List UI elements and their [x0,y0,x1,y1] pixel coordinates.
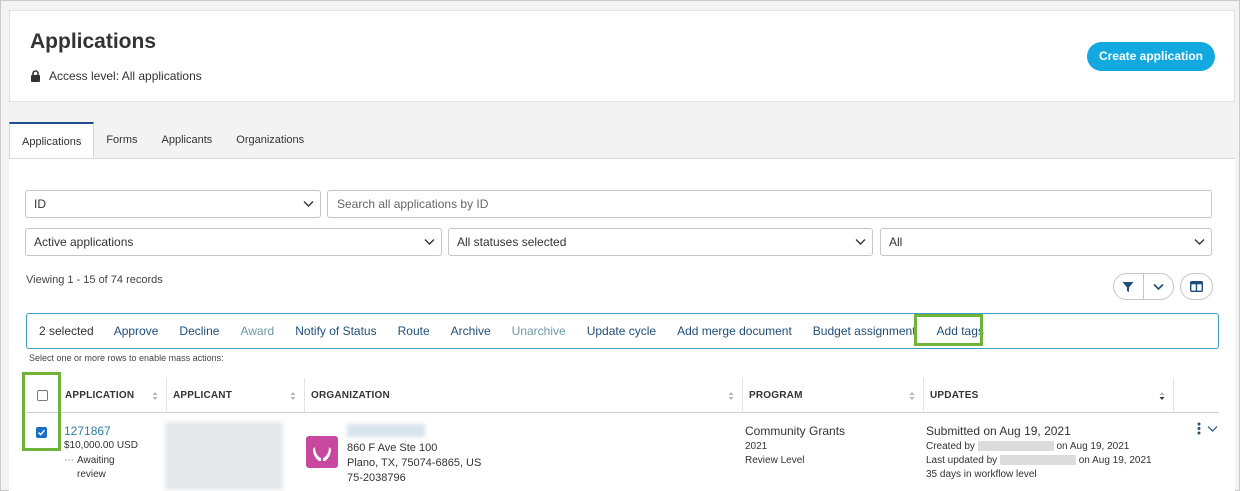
access-level-label: Access level: All applications [49,69,202,83]
sort-icon [909,392,915,400]
mass-actions-bar: 2 selected Approve Decline Award Notify … [26,313,1219,349]
selected-count: 2 selected [39,324,94,338]
mass-actions-hint: Select one or more rows to enable mass a… [29,353,224,363]
status-filter-select[interactable]: All statuses selected [448,228,873,256]
column-updates[interactable]: UPDATES [924,378,1174,413]
applications-filter-select[interactable]: Active applications [25,228,442,256]
third-filter-value: All [889,235,903,249]
chevron-down-icon [855,239,866,245]
status-filter-value: All statuses selected [457,235,567,249]
checkbox-column-highlight [22,372,61,451]
update-cycle-action[interactable]: Update cycle [587,324,656,338]
filter-toggle-group [1113,273,1174,300]
decline-action[interactable]: Decline [179,324,219,338]
column-applicant[interactable]: APPLICANT [167,378,305,413]
organization-address-line1: 860 F Ave Ste 100 [347,442,438,454]
table-header: APPLICATION APPLICANT ORGANIZATION PROGR… [26,378,1219,413]
search-field-select[interactable]: ID [25,190,321,218]
page-header: Applications Access level: All applicati… [9,10,1235,102]
application-id-link[interactable]: 1271867 [64,424,111,438]
updated-date: on Aug 19, 2021 [1078,455,1152,466]
create-application-button[interactable]: Create application [1086,42,1215,71]
status-text-line1: Awaiting [77,455,115,466]
column-label: UPDATES [930,390,979,401]
columns-button[interactable] [1180,273,1213,300]
route-action[interactable]: Route [398,324,430,338]
applications-panel: ID Active applications All statuses sele… [9,158,1235,491]
approve-action[interactable]: Approve [114,324,159,338]
archive-action[interactable]: Archive [451,324,491,338]
column-label: PROGRAM [749,390,803,401]
chevron-down-icon [1194,239,1205,245]
organization-logo [306,436,338,468]
search-input[interactable] [327,190,1212,218]
access-level: Access level: All applications [30,69,202,83]
updated-by-label: Last updated by [926,455,998,466]
organization-address-line2: Plano, TX, 75074-6865, US [347,457,482,469]
columns-icon [1190,281,1203,292]
program-name: Community Grants [745,424,846,438]
filter-button[interactable] [1114,274,1144,299]
column-label: ORGANIZATION [311,390,390,401]
status-dots-icon: ⋯ [64,455,74,466]
sort-icon [290,392,296,400]
chevron-down-icon [303,201,314,207]
tab-forms[interactable]: Forms [94,122,149,159]
application-amount: $10,000.00 USD [64,440,138,451]
filter-icon [1122,281,1134,292]
program-year: 2021 [745,441,768,452]
last-updated-by: Last updated by on Aug 19, 2021 [926,454,1152,468]
more-options-icon[interactable] [1197,422,1201,435]
sort-icon [152,392,158,400]
tab-organizations[interactable]: Organizations [224,122,316,159]
tab-applicants[interactable]: Applicants [150,122,225,159]
add-merge-document-action[interactable]: Add merge document [677,324,792,338]
third-filter-select[interactable]: All [880,228,1212,256]
app-frame: Applications Access level: All applicati… [0,0,1240,491]
award-action[interactable]: Award [240,324,274,338]
workflow-duration: 35 days in workflow level [926,469,1037,480]
expand-row-chevron-icon[interactable] [1207,425,1218,433]
notify-of-status-action[interactable]: Notify of Status [295,324,376,338]
organization-name-redacted [347,424,425,437]
applications-filter-value: Active applications [34,235,134,249]
budget-assignment-action[interactable]: Budget assignment [813,324,916,338]
created-date: on Aug 19, 2021 [1056,441,1130,452]
application-status: ⋯ Awaiting review [64,454,115,482]
organization-tax-id: 75-2038796 [347,472,406,484]
tab-applications[interactable]: Applications [9,122,95,159]
applicant-redacted [165,422,283,490]
search-field-value: ID [34,197,46,211]
tab-bar: Applications Forms Applicants Organizati… [9,122,316,159]
column-application[interactable]: APPLICATION [59,378,167,413]
status-text-line2: review [77,469,106,480]
updater-redacted [999,455,1076,466]
page-title: Applications [30,30,157,53]
lock-icon [31,70,40,82]
chevron-down-icon [1153,283,1164,290]
column-program[interactable]: PROGRAM [743,378,924,413]
sort-icon [1159,392,1165,400]
creator-redacted [977,441,1054,452]
chevron-down-icon [424,239,435,245]
records-count: Viewing 1 - 15 of 74 records [26,274,163,286]
column-label: APPLICANT [173,390,233,401]
submitted-date: Submitted on Aug 19, 2021 [926,424,1071,438]
column-label: APPLICATION [65,390,135,401]
program-level: Review Level [745,455,805,466]
unarchive-action[interactable]: Unarchive [512,324,566,338]
hands-icon [313,447,331,461]
created-by-label: Created by [926,441,975,452]
created-by: Created by on Aug 19, 2021 [926,440,1129,454]
sort-icon [728,392,734,400]
filter-dropdown-button[interactable] [1144,274,1173,299]
column-organization[interactable]: ORGANIZATION [305,378,743,413]
add-tags-highlight [914,314,983,346]
